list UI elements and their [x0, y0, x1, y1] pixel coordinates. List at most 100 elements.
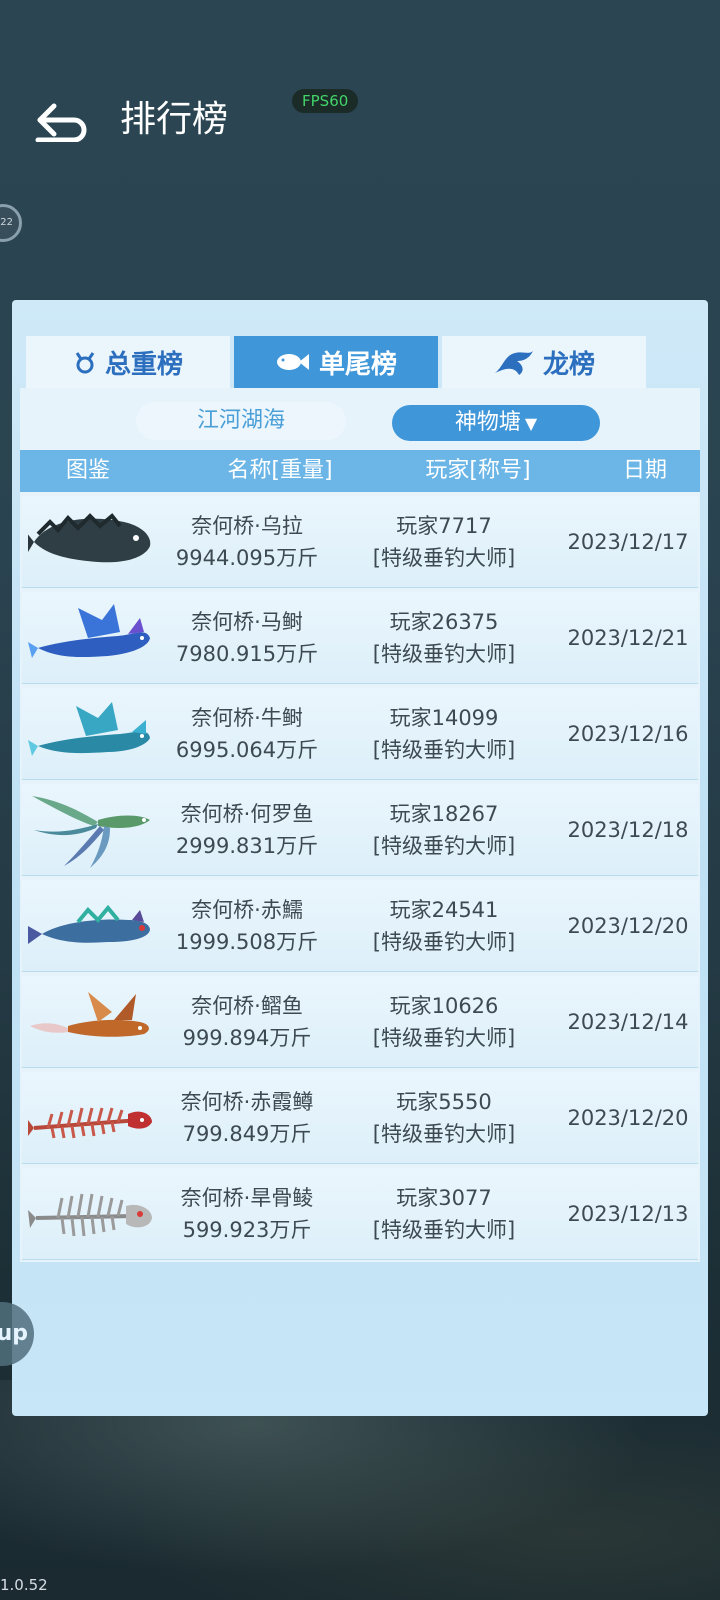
- fish-name-cell: 奈何桥·旱骨鲮 599.923万斤: [162, 1182, 332, 1246]
- fish-name: 奈何桥·旱骨鲮: [180, 1186, 314, 1210]
- player-title: [特级垂钓大师]: [372, 834, 516, 858]
- fish-name-cell: 奈何桥·马鲥 7980.915万斤: [162, 606, 332, 670]
- side-badge[interactable]: 22: [0, 204, 22, 242]
- category-select-label: 神物塘: [454, 410, 521, 435]
- column-header: 日期: [622, 458, 667, 483]
- fish-name: 奈何桥·赤鱬: [191, 898, 303, 922]
- blue-dragon-head-fish-icon: [28, 904, 150, 944]
- fish-name: 奈何桥·赤霞鳟: [180, 1090, 314, 1114]
- date-cell: 2023/12/14: [567, 1010, 689, 1034]
- leaderboard-panel: 总重榜 单尾榜 龙榜 江河湖海 神物塘 ▼ 图鉴 名称[重量] 玩家[称号] 日期: [12, 300, 708, 1416]
- fish-name-cell: 奈何桥·鳛鱼 999.894万斤: [162, 990, 332, 1054]
- orange-winged-fish-icon: [30, 992, 149, 1037]
- tab-bar: 总重榜 单尾榜 龙榜: [26, 336, 658, 388]
- table-row[interactable]: 奈何桥·赤鱬 1999.508万斤 玩家24541 [特级垂钓大师] 2023/…: [22, 880, 698, 972]
- player-cell: 玩家26375 [特级垂钓大师]: [354, 606, 534, 670]
- fish-name-cell: 奈何桥·赤鱬 1999.508万斤: [162, 894, 332, 958]
- player-name: 玩家24541: [389, 898, 499, 922]
- date-cell: 2023/12/20: [567, 914, 689, 938]
- page-title: 排行榜: [120, 99, 229, 140]
- blue-winged-horse-fish-icon: [28, 604, 150, 658]
- player-title: [特级垂钓大师]: [372, 546, 516, 570]
- player-name: 玩家5550: [396, 1090, 492, 1114]
- table-row[interactable]: 奈何桥·何罗鱼 2999.831万斤 玩家18267 [特级垂钓大师] 2023…: [22, 784, 698, 876]
- tab-total-weight[interactable]: 总重榜: [26, 336, 230, 388]
- dark-scaled-fish-icon: [28, 513, 151, 563]
- fish-name: 奈何桥·何罗鱼: [180, 802, 314, 826]
- player-title: [特级垂钓大师]: [372, 642, 516, 666]
- fish-weight: 599.923万斤: [182, 1218, 312, 1242]
- fish-name: 奈何桥·乌拉: [191, 514, 303, 538]
- tab-dragon[interactable]: 龙榜: [442, 336, 646, 388]
- tab-label: 龙榜: [542, 349, 595, 380]
- fish-weight: 1999.508万斤: [175, 930, 319, 954]
- fish-weight: 999.894万斤: [182, 1026, 312, 1050]
- white-bone-fish-icon: [28, 1193, 152, 1237]
- table-row[interactable]: 奈何桥·马鲥 7980.915万斤 玩家26375 [特级垂钓大师] 2023/…: [22, 592, 698, 684]
- fish-name-cell: 奈何桥·牛鲥 6995.064万斤: [162, 702, 332, 766]
- category-select[interactable]: 神物塘 ▼: [392, 405, 600, 441]
- player-cell: 玩家10626 [特级垂钓大师]: [354, 990, 534, 1054]
- fish-weight: 2999.831万斤: [175, 834, 319, 858]
- player-name: 玩家10626: [389, 994, 499, 1018]
- ranking-list: 江河湖海 神物塘 ▼ 图鉴 名称[重量] 玩家[称号] 日期 奈何桥·乌拉 99…: [20, 388, 700, 1262]
- category-switcher: 江河湖海 神物塘 ▼: [20, 388, 700, 450]
- player-name: 玩家18267: [389, 802, 499, 826]
- player-name: 玩家3077: [396, 1186, 492, 1210]
- column-header: 玩家[称号]: [425, 458, 531, 483]
- fish-name-cell: 奈何桥·何罗鱼 2999.831万斤: [162, 798, 332, 862]
- player-name: 玩家14099: [389, 706, 499, 730]
- fish-weight: 9944.095万斤: [175, 546, 319, 570]
- player-title: [特级垂钓大师]: [372, 930, 516, 954]
- dragon-icon: [493, 347, 535, 377]
- fish-weight: 6995.064万斤: [175, 738, 319, 762]
- cyan-winged-dragon-fish-icon: [28, 702, 150, 756]
- fps-badge: FPS60: [292, 89, 359, 113]
- tab-label: 单尾榜: [318, 349, 397, 380]
- player-cell: 玩家7717 [特级垂钓大师]: [354, 510, 534, 574]
- player-name: 玩家26375: [389, 610, 499, 634]
- fish-name: 奈何桥·马鲥: [191, 610, 303, 634]
- table-body: 奈何桥·乌拉 9944.095万斤 玩家7717 [特级垂钓大师] 2023/1…: [22, 496, 698, 1264]
- back-arrow-icon: [35, 103, 87, 142]
- date-cell: 2023/12/21: [567, 626, 689, 650]
- player-title: [特级垂钓大师]: [372, 1026, 516, 1050]
- column-header: 图鉴: [65, 458, 110, 483]
- player-cell: 玩家3077 [特级垂钓大师]: [354, 1182, 534, 1246]
- table-row[interactable]: 奈何桥·牛鲥 6995.064万斤 玩家14099 [特级垂钓大师] 2023/…: [22, 688, 698, 780]
- player-cell: 玩家18267 [特级垂钓大师]: [354, 798, 534, 862]
- table-row[interactable]: 奈何桥·旱骨鲮 599.923万斤 玩家3077 [特级垂钓大师] 2023/1…: [22, 1168, 698, 1260]
- fish-weight: 799.849万斤: [182, 1122, 312, 1146]
- date-cell: 2023/12/16: [567, 722, 689, 746]
- caret-down-icon: ▼: [524, 414, 538, 433]
- table-header: 图鉴 名称[重量] 玩家[称号] 日期: [20, 450, 700, 492]
- tab-single-fish[interactable]: 单尾榜: [234, 336, 438, 388]
- player-title: [特级垂钓大师]: [372, 738, 516, 762]
- version-label: 1.0.52: [0, 1576, 48, 1594]
- player-name: 玩家7717: [396, 514, 492, 538]
- player-title: [特级垂钓大师]: [372, 1122, 516, 1146]
- red-bone-fish-icon: [28, 1107, 152, 1139]
- tab-label: 总重榜: [104, 349, 183, 380]
- fish-name: 奈何桥·牛鲥: [191, 706, 303, 730]
- table-row[interactable]: 奈何桥·乌拉 9944.095万斤 玩家7717 [特级垂钓大师] 2023/1…: [22, 496, 698, 588]
- date-cell: 2023/12/13: [567, 1202, 689, 1226]
- fish-name-cell: 奈何桥·赤霞鳟 799.849万斤: [162, 1086, 332, 1150]
- player-cell: 玩家5550 [特级垂钓大师]: [354, 1086, 534, 1150]
- fish-name: 奈何桥·鳛鱼: [191, 994, 303, 1018]
- trophy-icon: [73, 350, 97, 374]
- category-rivers-lakes[interactable]: 江河湖海: [136, 402, 346, 440]
- player-title: [特级垂钓大师]: [372, 1218, 516, 1242]
- fish-name-cell: 奈何桥·乌拉 9944.095万斤: [162, 510, 332, 574]
- date-cell: 2023/12/20: [567, 1106, 689, 1130]
- back-button[interactable]: [30, 96, 92, 144]
- fish-icon: [275, 350, 311, 374]
- player-cell: 玩家14099 [特级垂钓大师]: [354, 702, 534, 766]
- column-header: 名称[重量]: [227, 458, 333, 483]
- fish-weight: 7980.915万斤: [175, 642, 319, 666]
- date-cell: 2023/12/17: [567, 530, 689, 554]
- table-row[interactable]: 奈何桥·鳛鱼 999.894万斤 玩家10626 [特级垂钓大师] 2023/1…: [22, 976, 698, 1068]
- player-cell: 玩家24541 [特级垂钓大师]: [354, 894, 534, 958]
- table-row[interactable]: 奈何桥·赤霞鳟 799.849万斤 玩家5550 [特级垂钓大师] 2023/1…: [22, 1072, 698, 1164]
- date-cell: 2023/12/18: [567, 818, 689, 842]
